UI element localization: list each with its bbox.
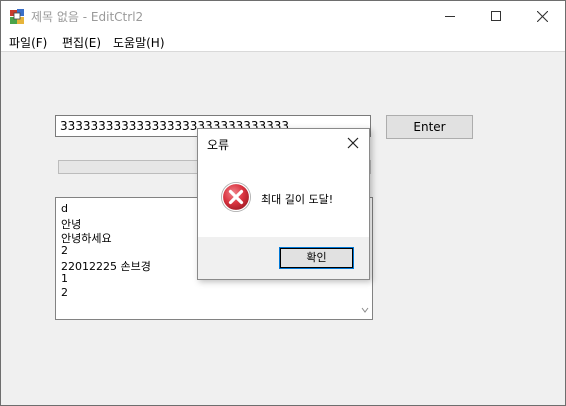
list-item: 1 bbox=[61, 272, 68, 285]
list-item: 2 bbox=[61, 244, 68, 257]
maximize-icon bbox=[491, 11, 501, 21]
ok-button[interactable]: 확인 bbox=[279, 247, 354, 269]
minimize-icon bbox=[445, 16, 455, 17]
dialog-title: 오류 bbox=[207, 138, 230, 152]
close-button[interactable] bbox=[519, 1, 565, 31]
enter-button[interactable]: Enter bbox=[386, 115, 473, 139]
window-title: 제목 없음 - EditCtrl2 bbox=[31, 10, 144, 24]
scroll-down-arrow-icon[interactable] bbox=[359, 304, 371, 316]
error-icon bbox=[221, 182, 251, 212]
title-bar[interactable]: 제목 없음 - EditCtrl2 bbox=[1, 1, 565, 31]
app-window: 제목 없음 - EditCtrl2 파일(F) 편집(E) 도움말(H) 333… bbox=[0, 0, 566, 406]
list-item: d bbox=[61, 202, 68, 215]
mfc-app-icon bbox=[10, 9, 24, 24]
menu-bar: 파일(F) 편집(E) 도움말(H) bbox=[1, 31, 565, 52]
maximize-button[interactable] bbox=[473, 1, 519, 31]
minimize-button[interactable] bbox=[427, 1, 473, 31]
dialog-footer: 확인 bbox=[198, 237, 369, 279]
list-item: 안녕하세요 bbox=[61, 232, 112, 245]
menu-file[interactable]: 파일(F) bbox=[9, 34, 47, 51]
menu-help[interactable]: 도움말(H) bbox=[113, 34, 165, 51]
close-icon bbox=[537, 11, 548, 22]
dialog-close-icon[interactable] bbox=[345, 135, 361, 151]
dialog-message: 최대 길이 도달! bbox=[261, 193, 334, 206]
list-item: 22012225 손브경 bbox=[61, 260, 151, 273]
error-dialog: 오류 최대 길이 도달! 확인 bbox=[197, 128, 370, 280]
menu-edit[interactable]: 편집(E) bbox=[62, 34, 101, 51]
list-item: 2 bbox=[61, 286, 68, 299]
